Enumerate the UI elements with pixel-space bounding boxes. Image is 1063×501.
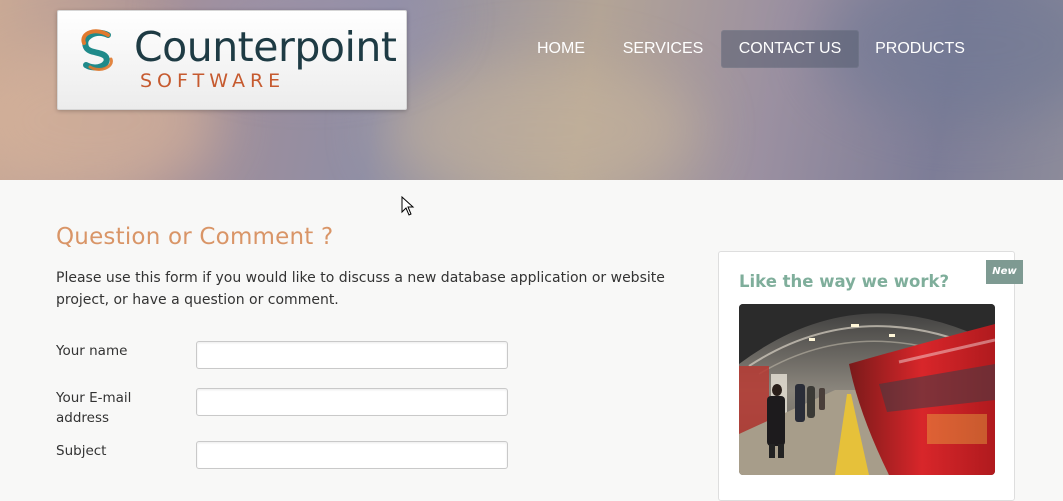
nav-home[interactable]: HOME [519,30,603,68]
nav-contact-us[interactable]: CONTACT US [721,30,859,68]
nav-products[interactable]: PRODUCTS [873,30,967,68]
counterpoint-logo-icon [81,29,113,71]
email-label: Your E-mail address [56,390,132,426]
subject-label: Subject [56,443,107,459]
intro-text: Please use this form if you would like t… [56,270,665,308]
arrow-cursor-icon [401,196,415,216]
subway-train-photo-icon [739,304,995,475]
email-input[interactable] [196,388,508,416]
brand-tagline: SOFTWARE [140,70,286,92]
name-input[interactable] [196,341,508,369]
promo-card-title: Like the way we work? [739,272,950,291]
site-header: Counterpoint SOFTWARE HOME SERVICES CONT… [0,0,1063,180]
promo-photo[interactable] [739,304,995,475]
logo[interactable]: Counterpoint SOFTWARE [57,10,407,110]
new-badge: New [986,260,1023,284]
header-bg-blob [380,60,700,180]
subject-input[interactable] [196,441,508,469]
page-title: Question or Comment ? [56,224,334,250]
name-label: Your name [56,343,128,359]
brand-name: Counterpoint [134,23,397,71]
nav-services[interactable]: SERVICES [619,30,707,68]
